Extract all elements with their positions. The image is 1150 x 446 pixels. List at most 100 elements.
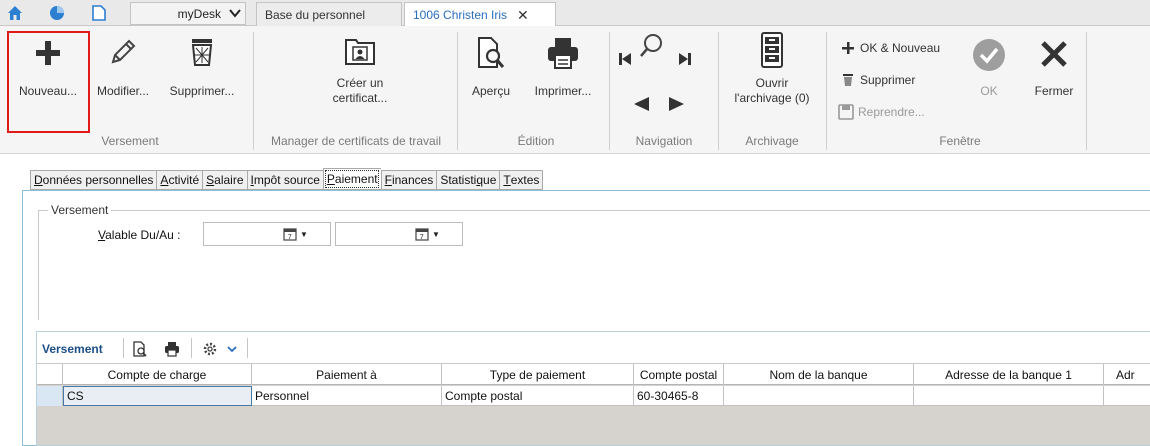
column-header[interactable]: Type de paiement xyxy=(442,364,634,385)
table-row[interactable]: CS Personnel Compte postal 60-30465-8 xyxy=(37,386,1150,406)
column-header[interactable]: Nom de la banque xyxy=(724,364,914,385)
column-header[interactable]: Compte postal xyxy=(634,364,724,385)
chevron-down-icon[interactable] xyxy=(223,340,241,358)
last-record-icon[interactable] xyxy=(678,50,692,68)
mydesk-dropdown[interactable]: myDesk xyxy=(130,2,246,25)
creer-certificat-button[interactable]: Créer un certificat... xyxy=(300,34,420,106)
tab-donnees-personnelles[interactable]: Données personnelles xyxy=(30,170,157,190)
table-cell[interactable]: 60-30465-8 xyxy=(634,386,724,406)
mydesk-label: myDesk xyxy=(177,6,221,21)
date-from-picker[interactable]: 7 ▼ xyxy=(283,226,313,242)
next-record-icon[interactable] xyxy=(668,96,686,112)
fieldset-border xyxy=(38,210,1150,211)
search-icon[interactable] xyxy=(636,32,666,62)
previous-record-icon[interactable] xyxy=(632,96,650,112)
printer-icon xyxy=(548,38,578,69)
table-cell[interactable]: Compte postal xyxy=(442,386,634,406)
toolbar-separator xyxy=(191,338,192,358)
versement-grid: Versement Compte de charge Paiement à Ty… xyxy=(36,331,1150,446)
date-to-picker[interactable]: 7 ▼ xyxy=(415,226,445,242)
tab-label: Base du personnel xyxy=(265,7,366,22)
valable-label: Valable Du/Au : xyxy=(98,228,181,242)
supprimer-small-button[interactable]: Supprimer xyxy=(840,72,915,88)
document-icon[interactable] xyxy=(90,4,108,22)
check-circle-icon xyxy=(973,39,1005,71)
group-separator xyxy=(253,32,254,150)
ok-button[interactable]: OK xyxy=(964,38,1014,99)
apercu-button[interactable]: Aperçu xyxy=(466,36,516,99)
fieldset-border xyxy=(38,210,39,320)
imprimer-button[interactable]: Imprimer... xyxy=(526,36,600,99)
tab-salaire[interactable]: Salaire xyxy=(202,170,247,190)
row-header-corner xyxy=(37,364,63,385)
group-separator xyxy=(457,32,458,150)
apercu-label: Aperçu xyxy=(471,84,511,98)
table-cell[interactable] xyxy=(724,386,914,406)
tab-paiement[interactable]: Paiement xyxy=(322,168,381,190)
group-separator xyxy=(1086,32,1087,150)
tab-base-du-personnel[interactable]: Base du personnel xyxy=(256,2,402,26)
group-label-edition: Édition xyxy=(517,134,555,148)
print-preview-icon xyxy=(478,37,505,68)
reprendre-label: Reprendre... xyxy=(858,105,925,119)
settings-gear-icon[interactable] xyxy=(201,340,219,358)
calendar-icon: 7 xyxy=(415,228,429,241)
column-header[interactable]: Paiement à xyxy=(252,364,442,385)
modifier-button[interactable]: Modifier... xyxy=(92,36,154,99)
ouvrir-archivage-button[interactable]: Ouvrir l'archivage (0) xyxy=(720,32,824,106)
close-icon[interactable]: ✕ xyxy=(517,7,529,24)
row-selector[interactable] xyxy=(37,386,63,406)
column-header[interactable]: Adr xyxy=(1104,364,1150,385)
column-header[interactable]: Compte de charge xyxy=(63,364,252,385)
tab-activite[interactable]: Activité xyxy=(156,170,203,190)
group-label-navigation: Navigation xyxy=(635,134,693,148)
creer-label-1: Créer un xyxy=(336,76,384,90)
group-label-archivage: Archivage xyxy=(745,134,799,148)
ouvrir-label-2: l'archivage (0) xyxy=(734,91,810,105)
tab-textes[interactable]: Textes xyxy=(499,170,544,190)
chevron-down-icon: ▼ xyxy=(432,229,440,239)
grid-header: Compte de charge Paiement à Type de paie… xyxy=(37,364,1150,385)
table-cell[interactable] xyxy=(1104,386,1150,406)
ribbon: Nouveau... Modifier... Supprimer... Vers… xyxy=(0,26,1150,154)
title-bar: myDesk Base du personnel 1006 Christen I… xyxy=(0,0,1150,27)
fermer-button[interactable]: Fermer xyxy=(1026,38,1082,99)
group-separator xyxy=(718,32,719,150)
page-tabs: Données personnelles Activité Salaire Im… xyxy=(30,168,544,190)
tab-impot-source[interactable]: Impôt source xyxy=(246,170,323,190)
first-record-icon[interactable] xyxy=(618,50,632,68)
printer-icon[interactable] xyxy=(163,340,181,358)
fermer-label: Fermer xyxy=(1034,84,1074,98)
chevron-down-icon xyxy=(229,7,241,21)
supprimer-small-label: Supprimer xyxy=(860,73,916,87)
ok-nouveau-button[interactable]: OK & Nouveau xyxy=(840,40,940,56)
group-label-manager: Manager de certificats de travail xyxy=(270,134,442,148)
column-header[interactable]: Adresse de la banque 1 xyxy=(914,364,1104,385)
group-separator xyxy=(609,32,610,150)
table-cell[interactable]: Personnel xyxy=(252,386,442,406)
reprendre-button[interactable]: Reprendre... xyxy=(838,104,925,120)
tab-label: 1006 Christen Iris xyxy=(413,8,508,22)
modifier-label: Modifier... xyxy=(96,84,150,98)
home-icon[interactable] xyxy=(6,4,24,22)
tab-1006-christen-iris[interactable]: 1006 Christen Iris ✕ xyxy=(404,2,556,27)
highlight-box xyxy=(7,31,90,133)
tab-statistique[interactable]: Statisti q ue xyxy=(436,170,500,190)
tab-finances[interactable]: Finances xyxy=(380,170,437,190)
toolbar-separator xyxy=(247,338,248,358)
pencil-icon xyxy=(111,39,136,64)
pie-chart-icon[interactable] xyxy=(48,4,66,22)
print-preview-icon[interactable] xyxy=(131,340,149,358)
table-cell[interactable] xyxy=(914,386,1104,406)
table-cell[interactable]: CS xyxy=(63,386,252,406)
supprimer-button[interactable]: Supprimer... xyxy=(162,36,242,99)
save-icon xyxy=(838,104,854,120)
group-separator xyxy=(826,32,827,150)
creer-label-2: certificat... xyxy=(332,91,388,105)
calendar-icon: 7 xyxy=(283,228,297,241)
chevron-down-icon: ▼ xyxy=(300,229,308,239)
ok-label: OK xyxy=(980,84,998,98)
archive-cabinet-icon xyxy=(761,32,783,68)
svg-text:7: 7 xyxy=(288,233,292,241)
trash-icon xyxy=(191,39,213,66)
